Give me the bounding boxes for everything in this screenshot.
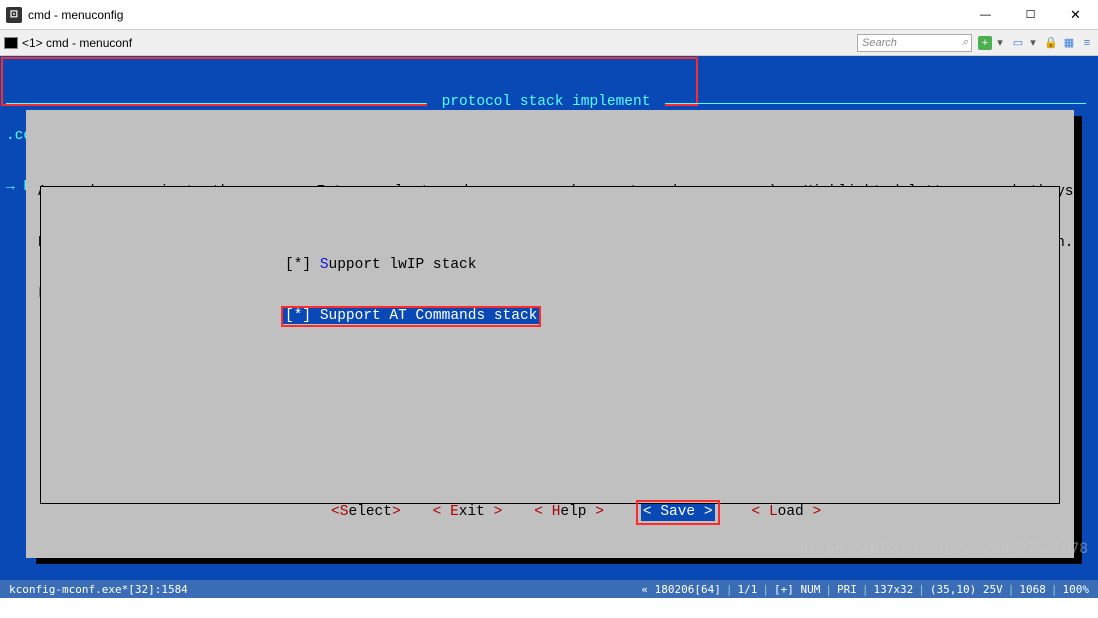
hotkey: S: [320, 257, 329, 273]
console-area: .config - RT-Thread Configuration → RT-T…: [0, 56, 1098, 580]
exit-button[interactable]: < Exit >: [431, 504, 505, 521]
checkbox-state: [*]: [285, 257, 320, 273]
status-zoom: 100%: [1058, 583, 1095, 596]
maximize-button[interactable]: ☐: [1008, 0, 1053, 30]
terminal-icon: [4, 37, 18, 49]
status-bar: kconfig-mconf.exe*[32]:1584 « 180206[64]…: [0, 580, 1098, 598]
checkbox-state: [*]: [285, 308, 320, 324]
status-cols: 1068: [1014, 583, 1051, 596]
lock-icon[interactable]: 🔒: [1044, 36, 1058, 50]
help-button[interactable]: < Help >: [532, 504, 606, 521]
hotkey: S: [320, 308, 329, 324]
watermark: https://blog.csdn.net/m0_37621078: [800, 541, 1088, 558]
status-process: kconfig-mconf.exe*[32]:1584: [4, 583, 193, 596]
window-icon[interactable]: ▭: [1011, 36, 1025, 50]
status-num: [+] NUM: [769, 583, 825, 596]
dropdown-icon[interactable]: ▾: [993, 36, 1007, 50]
load-button[interactable]: < Load >: [750, 504, 824, 521]
status-pri: PRI: [832, 583, 862, 596]
status-date: « 180206[64]: [636, 583, 725, 596]
menu-item-at-commands[interactable]: [*] Support AT Commands stack: [283, 308, 539, 324]
minimize-button[interactable]: —: [963, 0, 1008, 30]
window-title: cmd - menuconfig: [28, 8, 963, 22]
status-size: 137x32: [869, 583, 919, 596]
save-button[interactable]: < Save >: [641, 504, 715, 521]
toolbar: <1> cmd - menuconf Search⌕ +▾ ▭▾ 🔒 ▦ ≡: [0, 30, 1098, 56]
item-label: upport AT Commands stack: [329, 308, 538, 324]
item-label: upport lwIP stack: [329, 257, 477, 273]
search-input[interactable]: Search⌕: [857, 34, 972, 52]
window-titlebar: ⊡ cmd - menuconfig — ☐ ✕: [0, 0, 1098, 30]
select-button[interactable]: <Select>: [329, 504, 403, 521]
grid-icon[interactable]: ▦: [1062, 36, 1076, 50]
dialog-panel: Arrow keys navigate the menu. <Enter> se…: [26, 110, 1074, 558]
dropdown-icon[interactable]: ▾: [1026, 36, 1040, 50]
status-cursor: (35,10) 25V: [925, 583, 1008, 596]
tab-label[interactable]: <1> cmd - menuconf: [22, 36, 132, 50]
highlight-box-item: [*] Support AT Commands stack: [281, 306, 541, 327]
button-bar: <Select> < Exit > < Help > < Save > < Load >: [26, 483, 1074, 542]
status-page: 1/1: [733, 583, 763, 596]
menu-item-lwip[interactable]: [*] Support lwIP stack: [283, 257, 1059, 274]
highlight-box-save: < Save >: [636, 500, 720, 525]
window-controls: — ☐ ✕: [963, 0, 1098, 30]
add-icon[interactable]: +: [978, 36, 992, 50]
app-icon: ⊡: [6, 7, 22, 23]
close-button[interactable]: ✕: [1053, 0, 1098, 30]
list-icon[interactable]: ≡: [1080, 36, 1094, 50]
section-title: protocol stack implement: [6, 94, 1086, 111]
search-icon: ⌕: [962, 36, 968, 49]
menu-list-box: [*] Support lwIP stack [*] Support AT Co…: [40, 186, 1060, 504]
